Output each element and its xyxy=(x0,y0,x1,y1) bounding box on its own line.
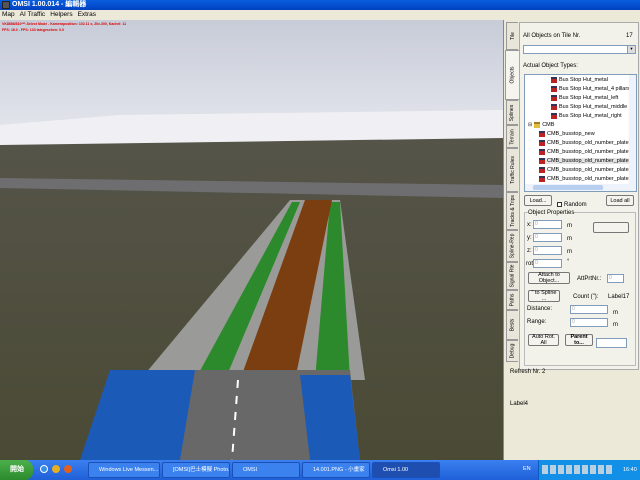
tree-vscrollbar[interactable] xyxy=(629,75,636,185)
all-objects-count: 17 xyxy=(626,33,633,39)
scene xyxy=(0,20,503,460)
random-checkbox[interactable] xyxy=(557,202,562,207)
tree-folder-cmb[interactable]: ⊟ CMB xyxy=(528,122,554,128)
platform-right xyxy=(300,375,360,460)
z-unit: m xyxy=(567,249,572,255)
tab-paths[interactable]: Paths xyxy=(506,290,518,310)
chevron-down-icon[interactable]: ▼ xyxy=(627,46,635,53)
distance-input[interactable]: 0 xyxy=(570,305,608,314)
language-indicator[interactable]: EN xyxy=(523,466,531,472)
taskbar-item-paint[interactable]: 14.001.PNG - 小畫家 xyxy=(302,462,370,478)
tree-item[interactable]: CMB_busstop_old_number_plate xyxy=(539,140,629,146)
window-title: OMSI 1.00.014 - 編輯器 xyxy=(12,1,87,8)
tree-item[interactable]: Bus Stop Hut_metal_middle xyxy=(551,104,627,110)
debug-line-1: VK8886/810***-Select Mode - Kamerapositi… xyxy=(2,22,127,26)
menu-extras[interactable]: Extras xyxy=(78,11,96,18)
random-label: Random xyxy=(564,202,587,208)
tab-spline-rep[interactable]: Spline-Rep xyxy=(506,230,518,262)
menu-map[interactable]: Map xyxy=(2,11,15,18)
tree-item[interactable]: CMB_busstop_old_number_plate(ye xyxy=(539,176,636,182)
x-unit: m xyxy=(567,223,572,229)
tab-splines[interactable]: Splines xyxy=(506,100,518,125)
count-label: Count ("): xyxy=(573,294,599,300)
tree-item-selected[interactable]: CMB_busstop_old_number_plate(gr xyxy=(539,158,636,164)
firefox-icon[interactable] xyxy=(64,465,72,473)
props-title: Object Properties xyxy=(528,210,575,216)
load-button[interactable]: Load... xyxy=(524,195,552,206)
title-bar: OMSI 1.00.014 - 編輯器 xyxy=(0,0,640,10)
app-icon xyxy=(2,1,10,9)
parent-to-button[interactable]: Parent to... xyxy=(565,334,593,346)
distance-label: Distance: xyxy=(527,306,553,312)
x-label: x: xyxy=(527,222,532,228)
folder-icon xyxy=(534,122,541,128)
tree-item[interactable]: CMB_busstop_old_number_plate(bl xyxy=(539,149,635,155)
rot-unit: ° xyxy=(567,259,570,265)
object-type-tree[interactable]: Bus Stop Hut_metal Bus Stop Hut_metal_4 … xyxy=(524,74,637,192)
tab-bests[interactable]: Bests xyxy=(506,310,518,340)
taskbar-item-omsi-folder[interactable]: OMSI xyxy=(232,462,300,478)
menu-helpers[interactable]: Helpers xyxy=(50,11,72,18)
tab-signal-rte[interactable]: Signal Rte xyxy=(506,262,518,290)
tray-icons[interactable] xyxy=(542,465,612,474)
attprtnr-input[interactable]: 0 xyxy=(607,274,624,283)
ie-icon[interactable] xyxy=(40,465,48,473)
taskbar-item-messenger[interactable]: Windows Live Messen... xyxy=(88,462,160,478)
distance-unit: m xyxy=(613,310,618,316)
chrome-icon[interactable] xyxy=(52,465,60,473)
rot-input[interactable]: 0 xyxy=(533,259,562,268)
tab-tracks-trips[interactable]: Tracks & Trips xyxy=(506,192,518,230)
taskbar-item-photo[interactable]: [OMSI]巴士模擬 Photo... xyxy=(162,462,230,478)
y-input[interactable]: 0 xyxy=(533,233,562,242)
types-label: Actual Object Types: xyxy=(523,63,578,69)
tab-traffic-rules[interactable]: Traffic Rules xyxy=(506,148,518,192)
tree-item[interactable]: CMB_busstop_new xyxy=(539,131,595,137)
tree-hscrollbar[interactable] xyxy=(525,184,636,191)
menu-ai-traffic[interactable]: AI Traffic xyxy=(20,11,46,18)
tree-item[interactable]: CMB_busstop_old_number_plate(re xyxy=(539,167,635,173)
y-label: y: xyxy=(527,235,532,241)
3d-viewport[interactable]: VK8886/810***-Select Mode - Kamerapositi… xyxy=(0,20,503,460)
tab-tile[interactable]: Tile xyxy=(506,22,518,50)
debug-line-2: FPS: 16.0 - FPS: 133 tatsgesehen: 0.0 xyxy=(2,28,65,32)
tree-item[interactable]: Bus Stop Hut_metal xyxy=(551,77,608,83)
taskbar-item-omsi[interactable]: Omsi 1.00 xyxy=(372,462,440,478)
range-label: Range: xyxy=(527,319,547,325)
attach-to-object-button[interactable]: Attach to Object... xyxy=(528,272,570,284)
clock: 16:40 xyxy=(623,467,637,473)
system-tray: 16:40 xyxy=(538,460,640,480)
count-value: Label17 xyxy=(608,294,630,300)
all-objects-label: All Objects on Tile Nr. xyxy=(523,33,581,39)
range-input[interactable]: 0 xyxy=(570,318,608,327)
blank-button[interactable] xyxy=(593,222,629,233)
range-unit: m xyxy=(613,322,618,328)
object-properties-group: Object Properties x: 0 m y: 0 m z: 0 m r… xyxy=(524,210,636,366)
auto-rot-all-button[interactable]: Auto Rot. All xyxy=(528,334,559,346)
tree-item[interactable]: Bus Stop Hut_metal_4 pillars xyxy=(551,86,630,92)
z-label: z: xyxy=(527,248,532,254)
menu-bar: Map AI Traffic Helpers Extras xyxy=(0,10,503,20)
z-input[interactable]: 0 xyxy=(533,246,562,255)
y-unit: m xyxy=(567,236,572,242)
label4: Label4 xyxy=(510,401,529,407)
tree-item[interactable]: Bus Stop Hut_metal_right xyxy=(551,113,622,119)
parent-input[interactable] xyxy=(596,338,627,348)
tree-item[interactable]: Bus Stop Hut_metal_left xyxy=(551,95,618,101)
load-all-button[interactable]: Load all xyxy=(606,195,634,206)
editor-panel: Tile Objects Splines Terrain Traffic Rul… xyxy=(503,20,640,460)
start-button[interactable]: 開始 xyxy=(0,460,33,480)
tab-debug[interactable]: Debug xyxy=(506,340,518,362)
tab-objects[interactable]: Objects xyxy=(505,50,519,100)
x-input[interactable]: 0 xyxy=(533,220,562,229)
object-select[interactable]: ▼ xyxy=(523,45,636,54)
to-spline-button[interactable]: " to Spline ... xyxy=(528,290,560,302)
tab-terrain[interactable]: Terrain xyxy=(506,125,518,148)
objects-tab-content: All Objects on Tile Nr. 17 ▼ Actual Obje… xyxy=(519,22,639,370)
refresh-label: Refresh Nr. 2 xyxy=(510,369,546,375)
attprtnr-label: AttPrtNr.: xyxy=(577,276,602,282)
taskbar: 開始 Windows Live Messen... [OMSI]巴士模擬 Pho… xyxy=(0,460,640,480)
